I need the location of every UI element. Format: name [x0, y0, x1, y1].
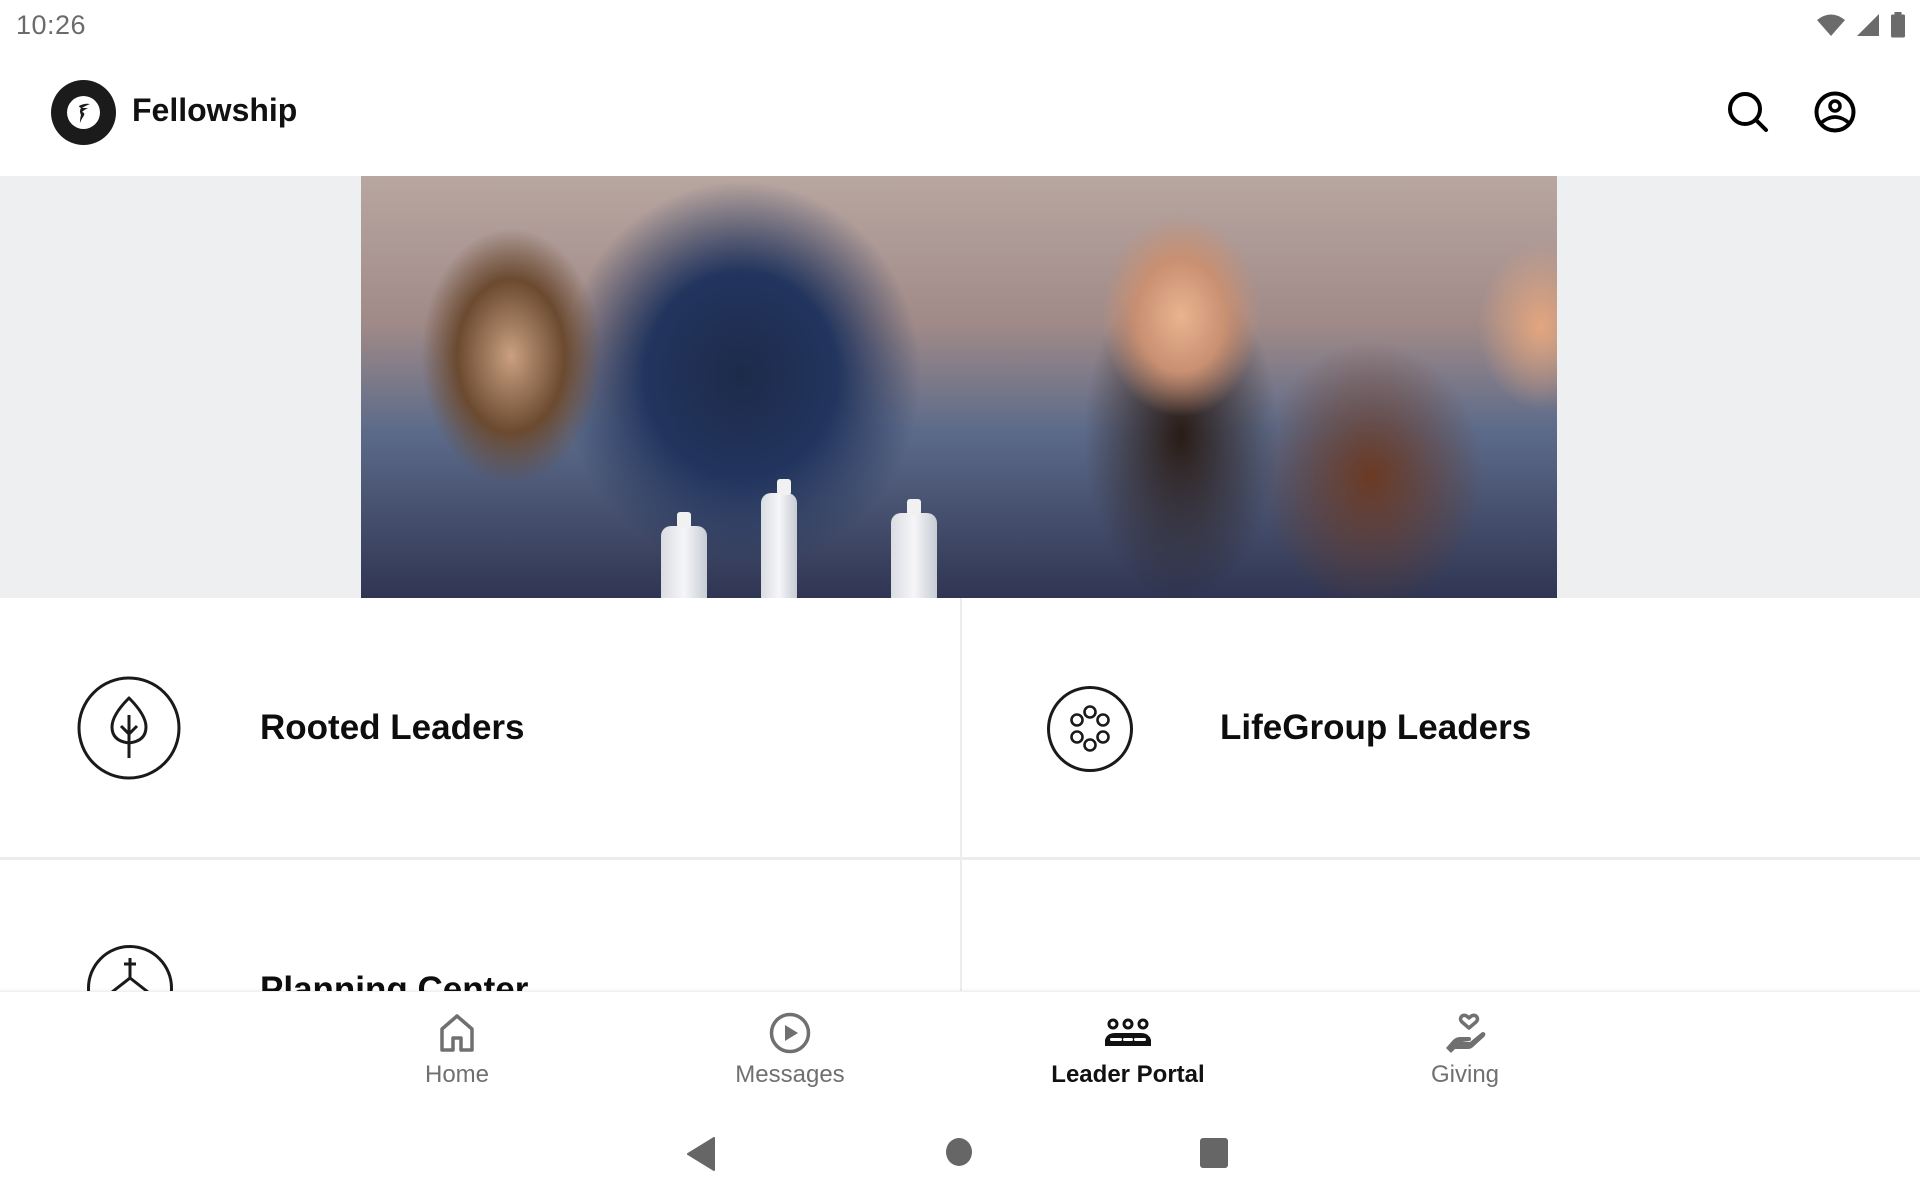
status-icons	[1816, 12, 1906, 38]
nav-item-giving[interactable]: Giving	[1355, 992, 1575, 1102]
tile-label: Planning Center	[260, 970, 529, 991]
tile-lifegroup-leaders[interactable]: LifeGroup Leaders	[961, 598, 1920, 857]
nav-item-leader-portal[interactable]: Leader Portal	[1018, 992, 1238, 1102]
nav-label: Giving	[1430, 1061, 1500, 1088]
logo-glyph	[78, 103, 90, 123]
recents-icon[interactable]	[1199, 1137, 1229, 1169]
nav-label: Leader Portal	[1051, 1061, 1205, 1088]
app-header: Fellowship	[0, 56, 1920, 176]
bottle-2	[761, 479, 797, 598]
account-circle-icon	[1814, 91, 1856, 133]
search-button[interactable]	[1720, 84, 1776, 140]
hand-heart-icon	[1446, 1013, 1486, 1053]
bottle-3	[891, 499, 937, 598]
back-icon[interactable]	[686, 1137, 716, 1171]
tile-label: Rooted Leaders	[260, 708, 525, 747]
tile-label: LifeGroup Leaders	[1220, 708, 1532, 747]
church-steeple-icon	[87, 945, 173, 991]
home-icon	[440, 1014, 474, 1052]
nav-item-messages[interactable]: Messages	[680, 992, 900, 1102]
bottom-nav: Home Messages Leader Portal Giving	[0, 991, 1920, 1101]
bottle-1	[661, 512, 707, 598]
leaf-icon	[77, 676, 181, 780]
banner	[0, 176, 1920, 598]
profile-button[interactable]	[1807, 84, 1863, 140]
cell-signal-icon	[1857, 14, 1879, 36]
vertical-divider	[960, 598, 962, 991]
fellowship-logo-icon[interactable]	[51, 80, 116, 145]
status-time: 10:26	[16, 10, 87, 40]
horizontal-divider	[0, 857, 1920, 860]
group-icon	[1105, 1018, 1151, 1046]
tile-rooted-leaders[interactable]: Rooted Leaders	[0, 598, 960, 857]
battery-icon	[1891, 12, 1905, 38]
play-circle-icon	[769, 1012, 811, 1054]
status-bar: 10:26	[0, 0, 1920, 56]
home-circle-icon[interactable]	[945, 1137, 973, 1167]
tile-planning-center[interactable]: Planning Center	[0, 860, 960, 991]
system-nav-bar	[0, 1101, 1920, 1200]
leader-tiles-grid: Rooted Leaders LifeGroup Leaders Plannin…	[0, 598, 1920, 991]
circle-of-dots-icon	[1047, 686, 1133, 772]
nav-label: Home	[424, 1061, 490, 1088]
nav-label: Messages	[735, 1061, 845, 1088]
banner-image[interactable]	[361, 176, 1557, 598]
wifi-icon	[1817, 14, 1845, 36]
app-title: Fellowship	[132, 92, 298, 128]
nav-item-home[interactable]: Home	[347, 992, 567, 1102]
tile-empty	[961, 860, 1920, 991]
search-icon	[1728, 92, 1768, 132]
